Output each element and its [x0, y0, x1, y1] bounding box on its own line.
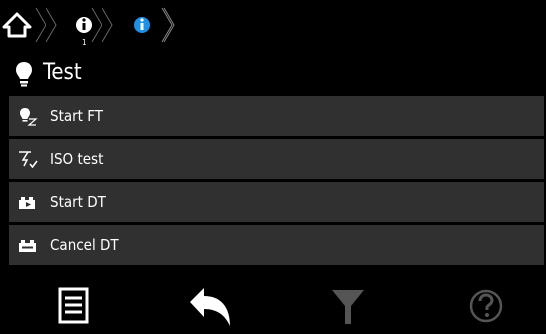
- back-button[interactable]: [188, 284, 232, 328]
- breadcrumb-home[interactable]: [0, 0, 46, 50]
- menu-item-label: Cancel DT: [50, 236, 119, 254]
- dt-start-icon: [19, 197, 35, 209]
- back-arrow-icon: [190, 288, 230, 326]
- home-icon: [2, 7, 46, 43]
- menu-item-start-ft[interactable]: Start FT: [9, 96, 544, 136]
- breadcrumb-index: 1: [82, 38, 87, 47]
- menu-item-start-dt[interactable]: Start DT: [9, 182, 544, 222]
- breadcrumb-info-current[interactable]: [102, 0, 176, 50]
- info-icon: [102, 7, 175, 43]
- filter-icon: [332, 290, 364, 324]
- help-icon: [469, 289, 503, 323]
- filter-button[interactable]: [326, 284, 370, 328]
- help-button[interactable]: [464, 284, 508, 328]
- menu-item-label: Start DT: [50, 193, 106, 211]
- menu-item-label: ISO test: [50, 150, 104, 168]
- lightbulb-icon: [16, 62, 32, 87]
- iso-icon: [19, 151, 38, 169]
- ft-icon: [20, 108, 38, 126]
- list-menu-button[interactable]: [53, 284, 97, 328]
- breadcrumb-info-1[interactable]: 1: [46, 0, 102, 50]
- page-header: Test: [0, 56, 546, 94]
- menu-item-cancel-dt[interactable]: Cancel DT: [9, 225, 544, 265]
- breadcrumb: 1: [0, 0, 546, 50]
- page-title: Test: [43, 60, 82, 85]
- bottom-toolbar: [0, 276, 546, 334]
- menu-item-label: Start FT: [50, 107, 103, 125]
- dt-cancel-icon: [19, 240, 36, 252]
- info-icon: [46, 7, 102, 43]
- menu-item-iso-test[interactable]: ISO test: [9, 139, 544, 179]
- list-icon: [58, 287, 89, 324]
